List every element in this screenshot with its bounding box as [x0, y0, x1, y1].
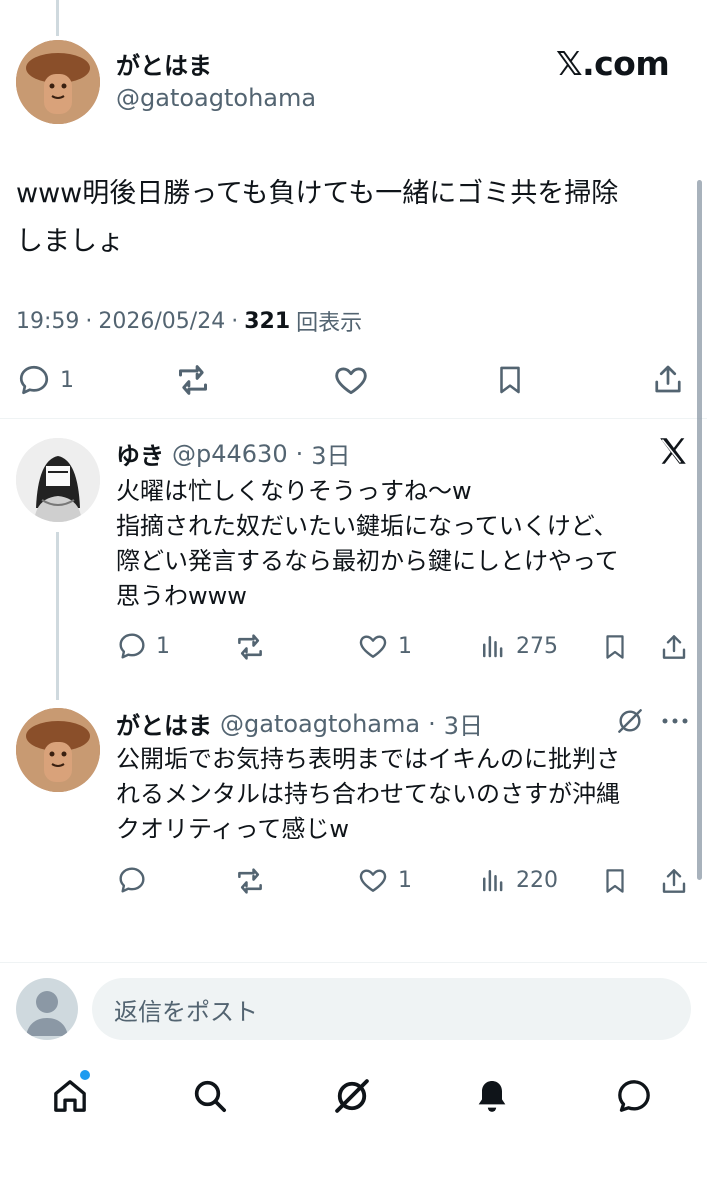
- reply-2-like-button[interactable]: 1: [356, 864, 412, 896]
- reply-1-like-button[interactable]: 1: [356, 630, 412, 662]
- grok-icon: [618, 709, 642, 733]
- meta-separator: ·: [85, 308, 93, 334]
- reply-1-reply-count: 1: [156, 633, 170, 659]
- reply-1-share-button[interactable]: [658, 630, 690, 664]
- nav-home-notification-dot: [80, 1070, 90, 1080]
- heart-icon: [359, 635, 387, 658]
- tweet-date: 2026/05/24: [98, 308, 226, 334]
- main-tweet-text: www明後日勝っても負けても一緒にゴミ共を掃除 しましょ: [16, 178, 619, 257]
- thread-line-reply: [56, 532, 59, 700]
- nav-notifications[interactable]: [470, 1074, 514, 1118]
- nav-grok[interactable]: [330, 1074, 374, 1118]
- reply-2-text: 公開垢でお気持ち表明まではイキんのに批判さ れるメンタルは持ち合わせてないのさす…: [116, 745, 620, 843]
- reply-1-age: 3日: [311, 442, 351, 470]
- retweet-icon: [179, 365, 207, 395]
- nav-search[interactable]: [188, 1074, 232, 1118]
- reply-2-author-name[interactable]: がとはま: [116, 706, 212, 741]
- share-icon: [655, 365, 681, 393]
- composer-placeholder: 返信をポスト: [114, 997, 258, 1026]
- main-reply-count: 1: [60, 367, 74, 393]
- heart-icon: [359, 869, 387, 892]
- home-icon: [54, 1080, 86, 1112]
- heart-icon: [335, 367, 367, 395]
- mushroom-avatar-icon: [16, 708, 100, 792]
- reply-1-x-logo[interactable]: [656, 434, 690, 468]
- reply-1-bookmark-button[interactable]: [600, 630, 630, 664]
- reply-1-text: 火曜は忙しくなりそうっすね〜w 指摘された奴だいたい鍵垢になっていくけど、 際ど…: [116, 477, 619, 610]
- mushroom-avatar-icon: [16, 40, 100, 124]
- search-icon: [194, 1080, 227, 1112]
- share-icon: [662, 635, 686, 659]
- thread-line-top: [56, 0, 59, 36]
- girl-avatar-icon: [16, 438, 100, 522]
- nav-home[interactable]: [48, 1074, 92, 1118]
- reply-composer-input[interactable]: 返信をポスト: [92, 978, 691, 1040]
- reply-2-view-count: 220: [516, 867, 558, 893]
- reply-2-grok-button[interactable]: [614, 705, 646, 737]
- speech-bubble-icon: [19, 365, 49, 395]
- reply-1-author-handle[interactable]: @p44630: [172, 440, 288, 468]
- divider: [0, 962, 707, 963]
- meta-separator: ·: [231, 308, 239, 334]
- reply-1-avatar[interactable]: [16, 438, 100, 522]
- default-avatar-icon: [26, 991, 68, 1036]
- reply-2-share-button[interactable]: [658, 864, 690, 898]
- reply-1-author-name[interactable]: ゆき: [116, 436, 164, 471]
- reply-2-header: がとはま @gatoagtohama · 3日: [116, 706, 483, 741]
- more-icon: [662, 718, 688, 724]
- bar-chart-icon: [483, 870, 503, 892]
- reply-2-avatar[interactable]: [16, 708, 100, 792]
- reply-2-author-handle[interactable]: @gatoagtohama: [220, 710, 420, 738]
- reply-1-reply-button[interactable]: 1: [116, 630, 170, 662]
- bookmark-icon: [606, 635, 624, 659]
- reply-2-more-button[interactable]: [660, 710, 690, 732]
- reply-1-view-count: 275: [516, 633, 558, 659]
- main-author-name[interactable]: がとはま: [116, 46, 212, 81]
- share-icon: [662, 869, 686, 893]
- reply-1-like-count: 1: [398, 633, 412, 659]
- bar-chart-icon: [483, 636, 503, 658]
- main-bookmark-button[interactable]: [493, 361, 527, 399]
- bookmark-icon: [606, 869, 624, 893]
- speech-bubble-icon: [119, 633, 145, 659]
- message-icon: [618, 1080, 650, 1112]
- reply-2-reply-button[interactable]: [116, 864, 148, 896]
- main-like-button[interactable]: [331, 361, 371, 399]
- main-author-handle[interactable]: @gatoagtohama: [116, 84, 316, 112]
- scrollbar[interactable]: [697, 180, 702, 880]
- reply-1-views-button[interactable]: 275: [478, 630, 558, 662]
- main-tweet-meta: 19:59 · 2026/05/24 · 321 回表示: [16, 305, 362, 337]
- main-share-button[interactable]: [650, 360, 686, 398]
- retweet-icon: [238, 868, 262, 894]
- meta-separator: ·: [295, 439, 304, 468]
- tweet-time: 19:59: [16, 308, 80, 334]
- views-count: 321: [244, 308, 291, 334]
- x-com-brand: 𝕏.com: [556, 44, 670, 83]
- bookmark-icon: [500, 366, 520, 394]
- reply-2-bookmark-button[interactable]: [600, 864, 630, 898]
- retweet-icon: [238, 634, 262, 660]
- reply-2-retweet-button[interactable]: [232, 864, 268, 898]
- nav-messages[interactable]: [612, 1074, 656, 1118]
- grok-icon: [335, 1079, 369, 1113]
- main-reply-button[interactable]: 1: [16, 362, 74, 398]
- bell-icon: [478, 1081, 506, 1112]
- reply-2-views-button[interactable]: 220: [478, 864, 558, 896]
- views-label: 回表示: [296, 311, 363, 336]
- reply-1-header: ゆき @p44630 · 3日: [116, 436, 351, 471]
- reply-2-like-count: 1: [398, 867, 412, 893]
- main-retweet-button[interactable]: [172, 360, 214, 400]
- reply-1-retweet-button[interactable]: [232, 630, 268, 664]
- main-author-avatar[interactable]: [16, 40, 100, 124]
- x-logo-icon: [660, 438, 686, 464]
- speech-bubble-icon: [119, 867, 145, 893]
- composer-avatar[interactable]: [16, 978, 78, 1040]
- divider: [0, 418, 707, 419]
- reply-2-age: 3日: [443, 712, 483, 740]
- meta-separator: ·: [428, 709, 436, 738]
